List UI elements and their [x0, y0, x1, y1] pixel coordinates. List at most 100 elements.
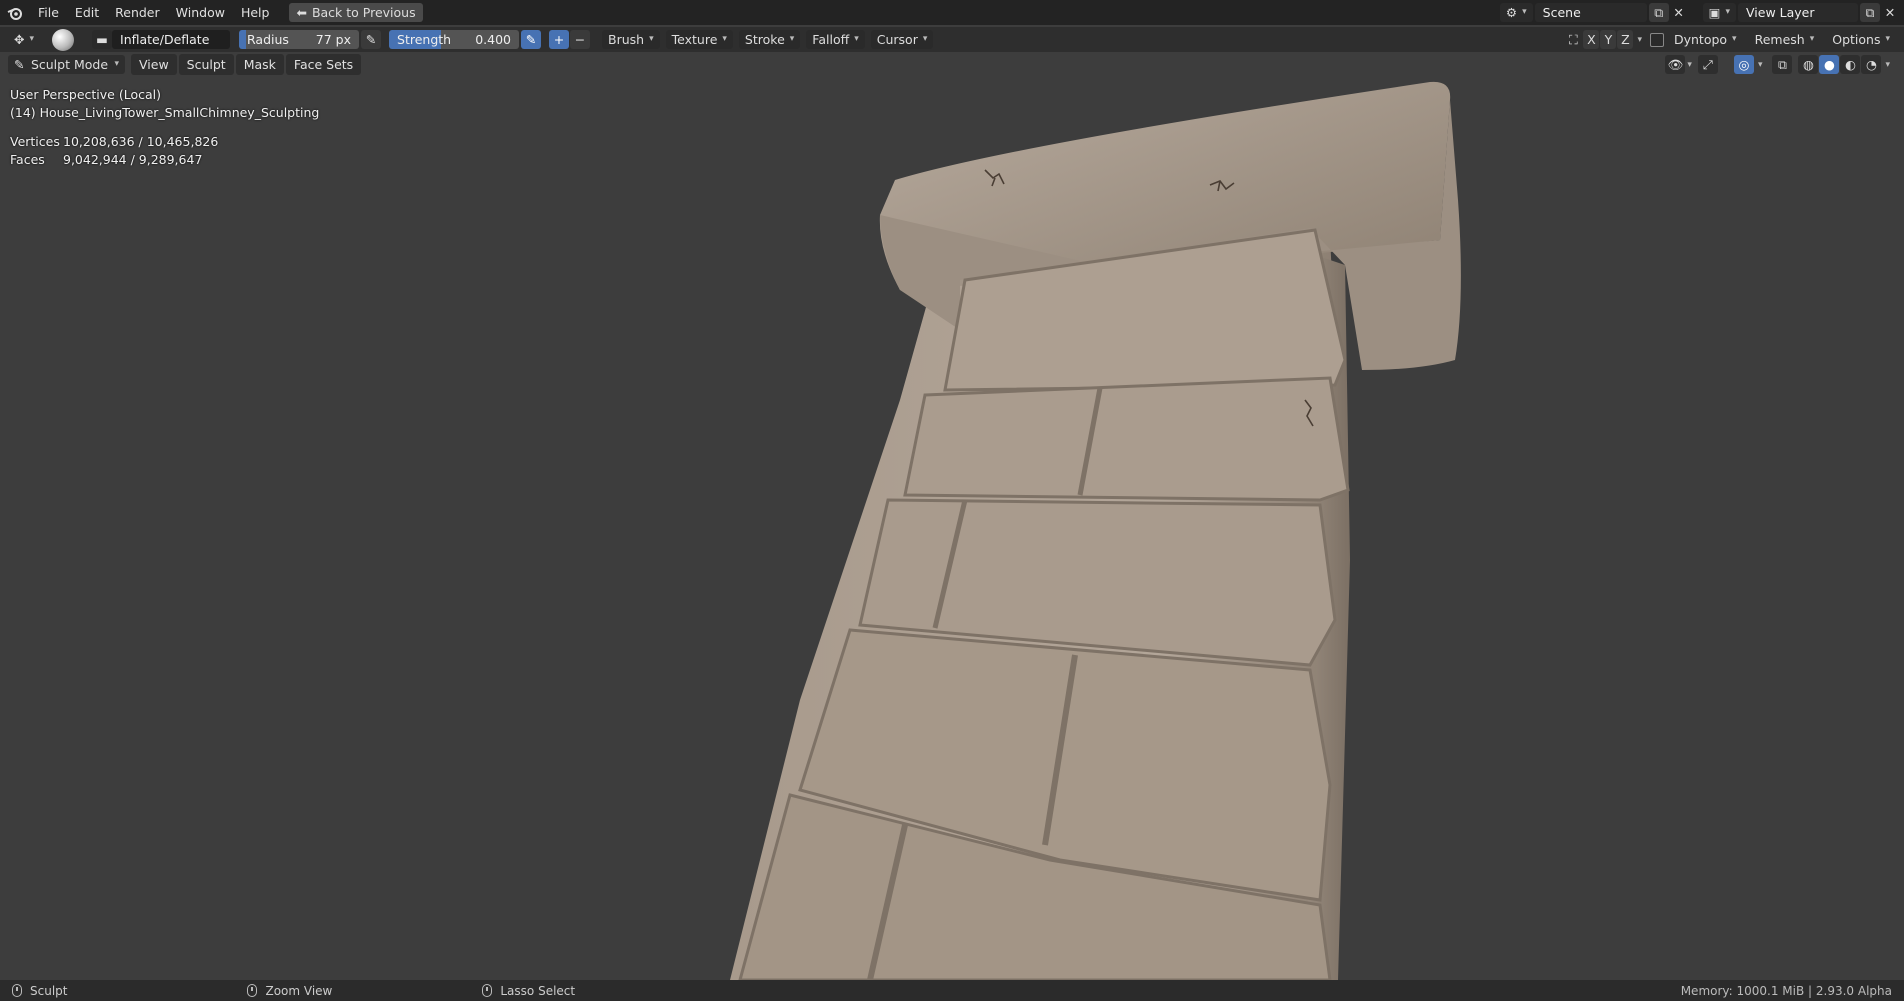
direction-subtract-icon[interactable]: − — [570, 30, 591, 49]
new-scene-icon[interactable]: ⧉ — [1648, 3, 1669, 22]
axis-y-toggle[interactable]: Y — [1600, 30, 1617, 49]
brush-menu-label: Brush — [608, 32, 645, 47]
status-bar: Sculpt Zoom View Lasso Select Memory: 10… — [0, 980, 1904, 1001]
header-menu-face-sets[interactable]: Face Sets — [285, 54, 362, 75]
status-sculpt-label: Sculpt — [30, 983, 68, 998]
stroke-menu[interactable]: Stroke ▾ — [738, 30, 801, 49]
menu-window[interactable]: Window — [168, 2, 233, 23]
status-lasso-select: Lasso Select — [482, 984, 575, 998]
brush-name-field[interactable]: Inflate/Deflate — [112, 30, 231, 49]
menu-render[interactable]: Render — [107, 2, 168, 23]
header-menu-mask[interactable]: Mask — [235, 54, 284, 75]
blender-logo-icon[interactable] — [0, 6, 30, 20]
dyntopo-checkbox[interactable] — [1649, 32, 1664, 47]
delete-view-layer-icon[interactable]: ✕ — [1880, 3, 1900, 22]
sculpt-mode-icon: ✎ — [14, 57, 25, 72]
mode-label: Sculpt Mode — [30, 57, 109, 72]
remesh-menu[interactable]: Remesh ▾ — [1749, 30, 1821, 49]
brush-sphere-icon[interactable] — [52, 28, 75, 51]
view-layer-icon: ▣ — [1708, 5, 1721, 20]
brush-datablock-icon[interactable]: ▬ — [92, 30, 113, 49]
scene-type-dropdown[interactable]: ⚙ ▾ — [1499, 3, 1533, 22]
scene-field[interactable]: Scene — [1534, 3, 1647, 22]
delete-scene-icon[interactable]: ✕ — [1669, 3, 1689, 22]
axis-x-toggle[interactable]: X — [1583, 30, 1600, 49]
sculpt-model — [730, 81, 1461, 980]
object-name-label: (14) House_LivingTower_SmallChimney_Scul… — [10, 105, 320, 120]
chevron-down-icon: ▾ — [649, 34, 654, 44]
top-bar: File Edit Render Window Help ⬅ Back to P… — [0, 0, 1904, 25]
wireframe-shading-icon[interactable]: ◍ — [1798, 55, 1819, 74]
view-layer-field[interactable]: View Layer — [1738, 3, 1858, 22]
header-menu-sculpt[interactable]: Sculpt — [178, 54, 234, 75]
visibility-icon[interactable]: 👁 — [1665, 55, 1686, 74]
menu-help[interactable]: Help — [233, 2, 278, 23]
header-menu-view[interactable]: View — [131, 54, 177, 75]
viewport-header: ✎ Sculpt Mode ▾ View Sculpt Mask Face Se… — [0, 52, 1904, 77]
back-to-previous-label: Back to Previous — [311, 5, 416, 20]
mode-dropdown[interactable]: ✎ Sculpt Mode ▾ — [8, 55, 125, 74]
chevron-down-icon[interactable]: ▾ — [1885, 60, 1890, 70]
texture-menu[interactable]: Texture ▾ — [665, 30, 733, 49]
status-lasso-select-label: Lasso Select — [500, 983, 576, 998]
texture-menu-label: Texture — [671, 32, 718, 47]
viewport-3d[interactable] — [0, 77, 1904, 980]
direction-add-icon[interactable]: + — [549, 30, 570, 49]
remesh-label: Remesh — [1754, 32, 1805, 47]
editor-type-dropdown[interactable]: ✥ ▾ — [8, 30, 40, 49]
menu-file[interactable]: File — [30, 2, 67, 23]
chevron-down-icon[interactable]: ▾ — [1687, 60, 1692, 70]
vertices-stat: Vertices 10,208,636 / 10,465,826 — [10, 134, 218, 149]
cursor-menu-label: Cursor — [876, 32, 918, 47]
brush-menu[interactable]: Brush ▾ — [602, 30, 660, 49]
solid-shading-icon[interactable]: ● — [1819, 55, 1840, 74]
strength-label: Strength — [397, 32, 452, 47]
radius-value: 77 px — [315, 32, 352, 47]
falloff-menu-label: Falloff — [812, 32, 850, 47]
chevron-down-icon: ▾ — [922, 34, 928, 44]
chevron-down-icon: ▾ — [854, 34, 859, 44]
strength-pressure-icon[interactable]: ✎ — [521, 30, 542, 49]
back-to-previous-button[interactable]: ⬅ Back to Previous — [289, 3, 423, 22]
strength-value: 0.400 — [475, 32, 512, 47]
dyntopo-menu[interactable]: Dyntopo ▾ — [1668, 30, 1743, 49]
scene-value: Scene — [1542, 5, 1581, 20]
symmetry-icon[interactable]: ⛶ — [1563, 30, 1583, 49]
radius-field[interactable]: Radius 77 px — [239, 30, 360, 49]
memory-version-text: Memory: 1000.1 MiB | 2.93.0 Alpha — [1680, 983, 1892, 998]
cursor-menu[interactable]: Cursor ▾ — [870, 30, 934, 49]
strength-field[interactable]: Strength 0.400 — [389, 30, 520, 49]
overlays-icon[interactable]: ◎ — [1733, 55, 1754, 74]
radius-label: Radius — [247, 32, 289, 47]
symmetry-chevron-icon[interactable]: ▾ — [1637, 35, 1642, 45]
dyntopo-label: Dyntopo — [1673, 32, 1728, 47]
vertices-label: Vertices — [10, 134, 60, 149]
gizmo-icon[interactable]: ⤢ — [1697, 55, 1718, 74]
chevron-down-icon[interactable]: ▾ — [1758, 60, 1763, 70]
xray-icon[interactable]: ⧉ — [1772, 55, 1793, 74]
status-zoom-view-label: Zoom View — [265, 983, 333, 998]
faces-label: Faces — [10, 152, 45, 167]
perspective-label: User Perspective (Local) — [10, 87, 161, 102]
chevron-down-icon: ▾ — [1885, 34, 1890, 44]
options-menu[interactable]: Options ▾ — [1826, 30, 1896, 49]
faces-value: 9,042,944 / 9,289,647 — [63, 152, 203, 167]
view-layer-value: View Layer — [1746, 5, 1815, 20]
options-label: Options — [1832, 32, 1881, 47]
material-shading-icon[interactable]: ◐ — [1840, 55, 1861, 74]
new-view-layer-icon[interactable]: ⧉ — [1860, 3, 1880, 22]
rendered-shading-icon[interactable]: ◔ — [1861, 55, 1882, 74]
vertices-value: 10,208,636 / 10,465,826 — [63, 134, 219, 149]
falloff-menu[interactable]: Falloff ▾ — [806, 30, 865, 49]
status-sculpt: Sculpt — [12, 984, 67, 998]
axis-z-toggle[interactable]: Z — [1617, 30, 1634, 49]
chevron-down-icon: ▾ — [1809, 34, 1815, 44]
status-zoom-view: Zoom View — [247, 984, 332, 998]
view-layer-type-dropdown[interactable]: ▣ ▾ — [1702, 3, 1736, 22]
mouse-left-icon — [12, 984, 22, 997]
radius-pressure-icon[interactable]: ✎ — [361, 30, 382, 49]
menu-edit[interactable]: Edit — [67, 2, 107, 23]
scene-icon: ⚙ — [1505, 5, 1518, 20]
tool-settings-bar: ✥ ▾ ▬ Inflate/Deflate Radius 77 px ✎ Stre… — [0, 27, 1904, 52]
faces-stat: Faces 9,042,944 / 9,289,647 — [10, 152, 202, 167]
